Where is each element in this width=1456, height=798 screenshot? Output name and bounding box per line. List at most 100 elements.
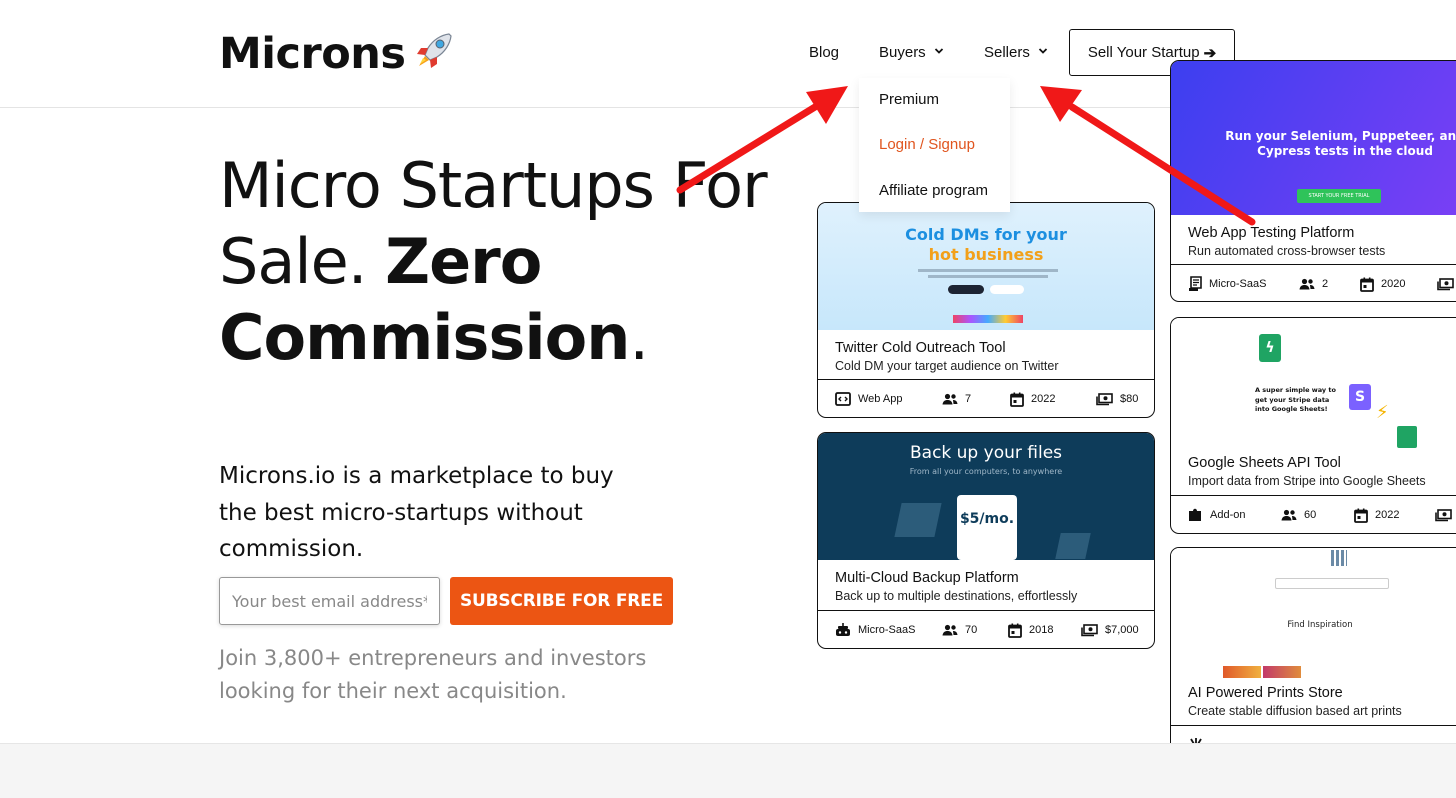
meta-price: $7,000 [1081, 611, 1139, 648]
image-headline: Cold DMs for your [905, 225, 1067, 244]
meta-customers-text: 2 [1322, 278, 1329, 290]
lightning-icon: ⚡ [1376, 402, 1389, 423]
meta-year: 2022 [1354, 496, 1400, 533]
page-bottom-band [0, 743, 1456, 798]
cash-icon [1096, 392, 1113, 405]
listing-card-webapp[interactable]: Run your Selenium, Puppeteer, and Cypres… [1170, 60, 1456, 302]
robot-icon [836, 623, 850, 636]
image-text-line [928, 275, 1048, 278]
meta-category-text: Micro-SaaS [1209, 278, 1267, 290]
logo[interactable]: Microns [219, 28, 457, 79]
meta-year-text: 2022 [1031, 393, 1056, 405]
chevron-down-icon [934, 48, 943, 54]
listing-title: AI Powered Prints Store [1188, 685, 1343, 701]
image-text: A super simple way to get your Stripe da… [1255, 386, 1337, 413]
meta-year-text: 2020 [1381, 278, 1406, 290]
nav-blog[interactable]: Blog [809, 44, 839, 61]
meta-customers: 2 [1299, 265, 1329, 301]
listing-meta: Add-on 60 2022 [1171, 495, 1456, 533]
meta-customers: 70 [942, 611, 978, 648]
listing-card-twitter[interactable]: Cold DMs for your hot business Twitter C… [817, 202, 1155, 418]
image-subheadline: From all your computers, to anywhere [909, 467, 1063, 476]
listing-subtitle: Cold DM your target audience on Twitter [835, 359, 1059, 373]
image-heading: Find Inspiration [1287, 620, 1353, 630]
calendar-icon [1354, 508, 1368, 523]
meta-year: 2020 [1360, 265, 1406, 301]
calendar-icon [1010, 392, 1024, 407]
image-thumbnail [1263, 666, 1301, 678]
buyers-dropdown-menu: Premium Login / Signup Affiliate program [859, 78, 1010, 212]
hero-title: Micro Startups For Sale. Zero Commission… [219, 148, 779, 376]
meta-category: Micro-SaaS [1188, 265, 1267, 301]
meta-customers: 7 [942, 380, 972, 417]
meta-customers: 60 [1281, 496, 1317, 533]
nav-buyers-label: Buyers [879, 44, 926, 61]
listing-title: Multi-Cloud Backup Platform [835, 570, 1019, 586]
calendar-icon [1008, 623, 1022, 638]
logo-grid-icon [1331, 550, 1347, 566]
listing-image: Cold DMs for your hot business [818, 203, 1154, 330]
listing-meta: Micro-SaaS 2 2020 [1171, 264, 1456, 301]
listing-subtitle: Create stable diffusion based art prints [1188, 704, 1402, 718]
nav-buyers[interactable]: Buyers [879, 44, 944, 61]
hero-title-bold-1: Zero [385, 225, 542, 298]
listing-image: Find Inspiration [1171, 548, 1456, 678]
meta-year: 2018 [1008, 611, 1053, 648]
listing-title: Web App Testing Platform [1188, 225, 1355, 241]
subscribe-button[interactable]: SUBSCRIBE FOR FREE [450, 577, 673, 625]
listing-image: Run your Selenium, Puppeteer, and Cypres… [1171, 61, 1456, 215]
meta-price [1435, 496, 1456, 533]
listing-subtitle: Run automated cross-browser tests [1188, 244, 1386, 258]
email-input[interactable] [219, 577, 440, 625]
rocket-icon [417, 33, 453, 68]
code-window-icon [835, 392, 851, 406]
menu-item-premium[interactable]: Premium [879, 91, 939, 108]
listing-subtitle: Back up to multiple destinations, effort… [835, 589, 1078, 603]
listing-title: Google Sheets API Tool [1188, 455, 1341, 471]
meta-customers-text: 60 [1304, 509, 1317, 521]
users-icon [942, 393, 958, 405]
chevron-down-icon [1038, 48, 1047, 54]
listing-subtitle: Import data from Stripe into Google Shee… [1188, 474, 1426, 488]
users-icon [942, 624, 958, 636]
meta-price-text: $80 [1120, 393, 1139, 405]
cash-icon [1437, 277, 1454, 290]
menu-item-login-signup[interactable]: Login / Signup [879, 136, 975, 153]
image-pricing-card: $5/mo. [957, 495, 1017, 560]
image-headline: Back up your files [909, 443, 1063, 463]
nav-sellers[interactable]: Sellers [984, 44, 1048, 61]
sell-your-startup-label: Sell Your Startup [1087, 44, 1200, 61]
hero-title-bold-2: Commission [219, 301, 630, 374]
meta-category: Micro-SaaS [835, 611, 916, 648]
cash-icon [1081, 623, 1098, 636]
listing-card-backup[interactable]: Back up your files From all your compute… [817, 432, 1155, 649]
listing-title: Twitter Cold Outreach Tool [835, 340, 1006, 356]
meta-price [1437, 265, 1456, 301]
nav-sellers-label: Sellers [984, 44, 1030, 61]
meta-price: $80 [1096, 380, 1139, 417]
meta-year: 2022 [1010, 380, 1056, 417]
meta-category-text: Micro-SaaS [858, 624, 916, 636]
meta-year-text: 2022 [1375, 509, 1400, 521]
arrow-right-icon: ➔ [1203, 44, 1217, 62]
meta-customers-text: 70 [965, 624, 978, 636]
cash-icon [1435, 508, 1452, 521]
image-price: $5/mo. [959, 511, 1015, 527]
image-thumbnail [1223, 666, 1261, 678]
image-decoration [1055, 533, 1091, 559]
stripe-logo-icon: S [1349, 384, 1371, 410]
meta-customers-text: 7 [965, 393, 972, 405]
meta-category-text: Add-on [1210, 509, 1246, 521]
join-text: Join 3,800+ entrepreneurs and investors … [219, 646, 647, 703]
logo-text: Microns [219, 29, 406, 79]
listing-card-sheets[interactable]: ϟ A super simple way to get your Stripe … [1170, 317, 1456, 534]
image-decoration [894, 503, 942, 537]
listing-meta: Micro-SaaS 70 2018 $7,000 [818, 610, 1154, 648]
stripe-bolt-icon: ϟ [1259, 334, 1281, 362]
hero-description: Microns.io is a marketplace to buy the b… [219, 463, 614, 562]
meta-category-text: Web App [858, 393, 903, 405]
image-button [948, 285, 984, 294]
users-icon [1299, 278, 1315, 290]
menu-item-affiliate-program[interactable]: Affiliate program [879, 182, 988, 199]
image-text-line [918, 269, 1058, 272]
